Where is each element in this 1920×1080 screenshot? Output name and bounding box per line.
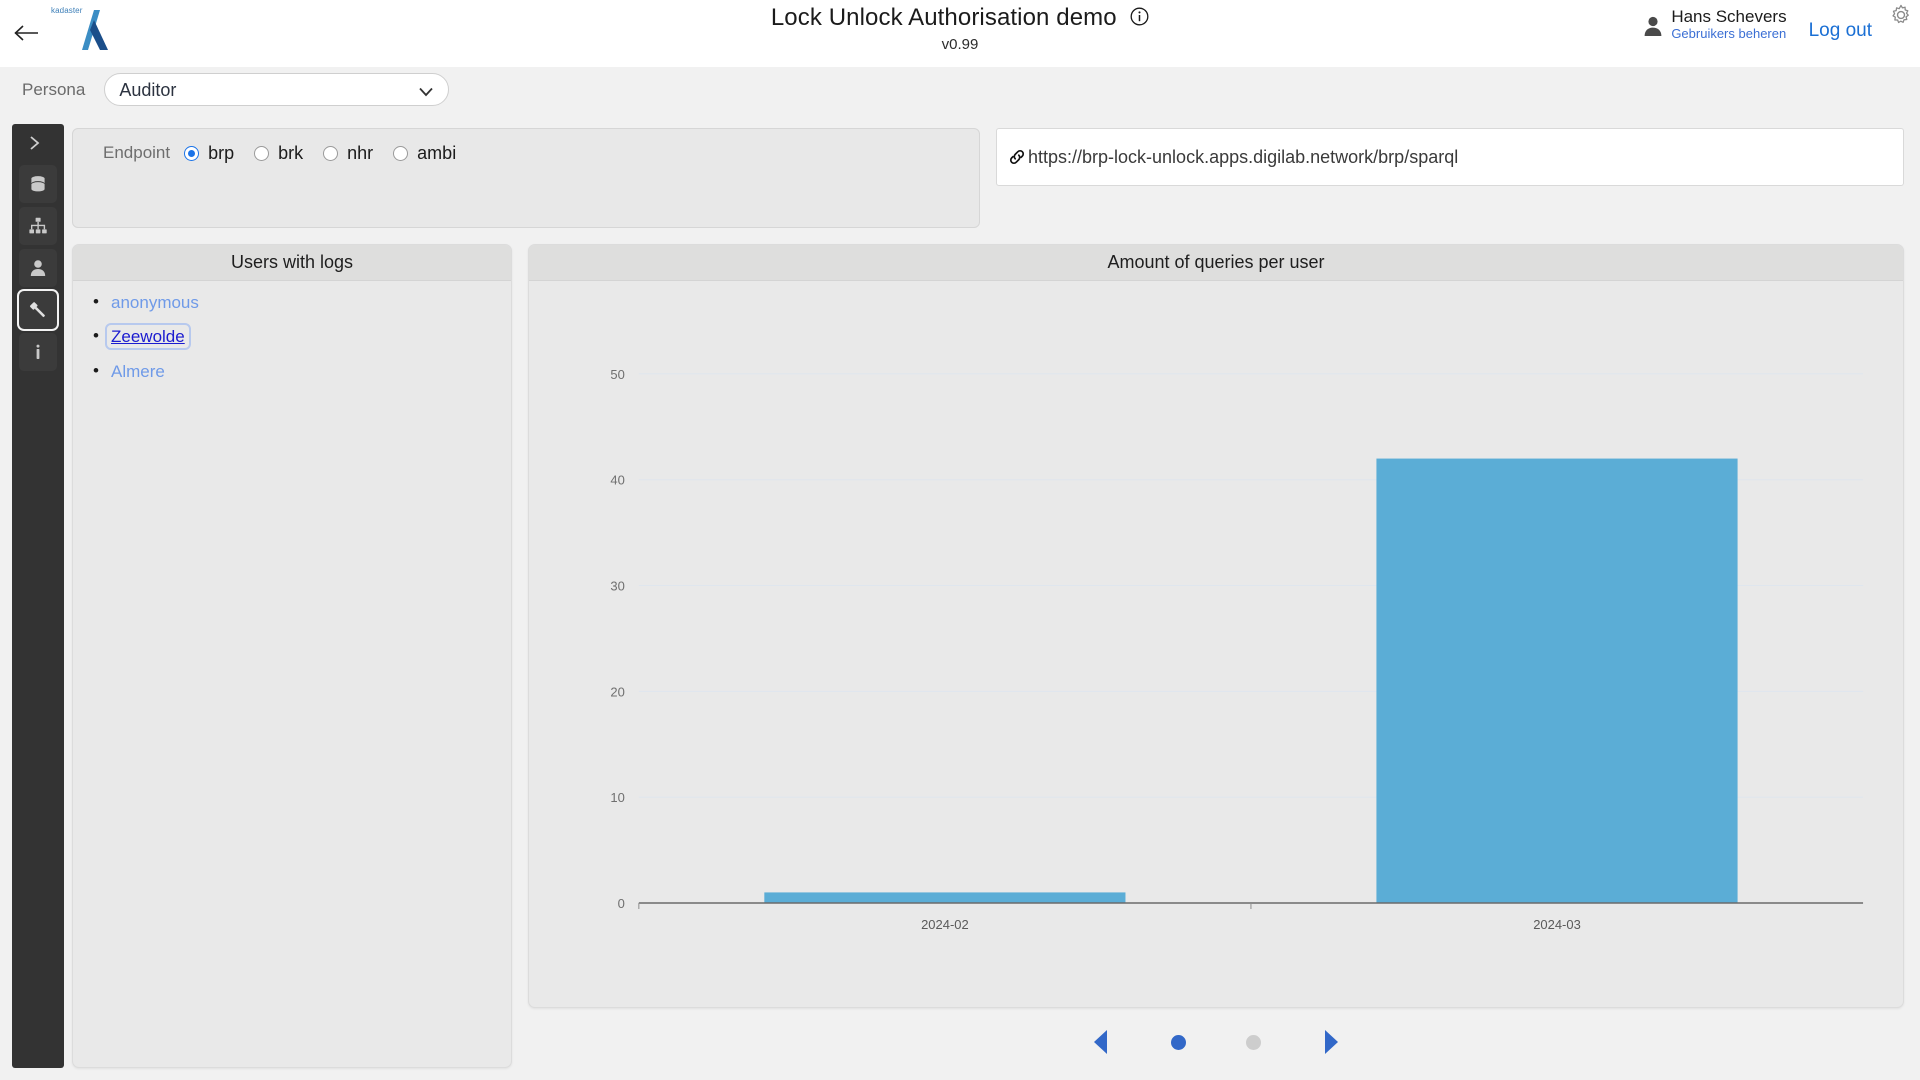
- endpoint-label: Endpoint: [103, 143, 171, 162]
- endpoint-url-bar[interactable]: https://brp-lock-unlock.apps.digilab.net…: [996, 128, 1904, 186]
- chevron-right-icon: [30, 136, 40, 150]
- radio-brk[interactable]: [254, 145, 270, 161]
- endpoint-radio-group: Endpoint brp brk nhr ambi: [73, 129, 979, 165]
- users-with-logs-panel: Users with logs anonymous Zeewolde Almer…: [72, 244, 512, 1068]
- y-tick-label: 30: [610, 579, 624, 594]
- persona-label: Persona: [22, 79, 86, 99]
- logo-text: kadaster: [51, 6, 83, 15]
- sidebar-item-user[interactable]: [19, 249, 57, 287]
- endpoint-option-brk[interactable]: brk: [254, 143, 303, 164]
- triangle-right-icon: [1325, 1030, 1338, 1054]
- top-bar: kadaster Lock Unlock Authorisation demo …: [0, 0, 1920, 67]
- sidebar-item-hierarchy[interactable]: [19, 207, 57, 245]
- back-button[interactable]: [10, 18, 44, 48]
- users-panel-title: Users with logs: [73, 245, 511, 281]
- settings-button[interactable]: [1890, 4, 1912, 26]
- info-circle-icon[interactable]: [1130, 7, 1149, 31]
- list-item: anonymous: [93, 292, 511, 313]
- gavel-icon: [29, 301, 45, 317]
- persona-select-wrap: Auditor: [85, 73, 450, 106]
- title-block: Lock Unlock Authorisation demo v0.99: [0, 4, 1920, 53]
- list-item: Zeewolde: [93, 323, 511, 351]
- user-texts: Hans Schevers Gebruikers beheren: [1671, 7, 1786, 41]
- sidebar-item-info[interactable]: [19, 333, 57, 371]
- chart-y-tick-labels: 0 10 20 30 40 50: [610, 367, 624, 911]
- manage-users-link[interactable]: Gebruikers beheren: [1671, 26, 1786, 42]
- persona-select[interactable]: Auditor: [104, 73, 450, 106]
- queries-chart-panel: Amount of queries per user 0 10 20 30 40 50 2…: [528, 244, 1904, 1008]
- endpoint-option-label: brk: [278, 142, 304, 163]
- radio-ambi[interactable]: [393, 145, 409, 161]
- page-title: Lock Unlock Authorisation demo: [770, 4, 1117, 31]
- kadaster-logo: kadaster: [48, 4, 138, 56]
- y-tick-label: 20: [610, 684, 624, 699]
- left-sidebar: [12, 124, 64, 1068]
- bar[interactable]: [764, 892, 1126, 903]
- endpoint-option-brp[interactable]: brp: [184, 143, 234, 164]
- y-tick-label: 10: [610, 790, 624, 805]
- pagination-prev-button[interactable]: [1091, 1029, 1111, 1055]
- bar[interactable]: [1376, 458, 1738, 903]
- chart-axis: [638, 902, 1864, 909]
- user-link-anonymous[interactable]: anonymous: [111, 293, 199, 312]
- pagination-dot-2[interactable]: [1246, 1034, 1261, 1050]
- x-tick-label: 2024-02: [921, 917, 969, 932]
- info-icon: [36, 344, 40, 359]
- endpoint-option-nhr[interactable]: nhr: [323, 143, 373, 164]
- chart-x-tick-labels: 2024-02 2024-03: [921, 917, 1581, 932]
- sitemap-icon: [29, 217, 47, 234]
- person-icon: [1642, 14, 1664, 38]
- endpoint-option-ambi[interactable]: ambi: [393, 143, 456, 164]
- radio-nhr[interactable]: [323, 145, 339, 161]
- persona-bar: Persona Auditor: [0, 67, 1920, 112]
- app-root: kadaster Lock Unlock Authorisation demo …: [0, 0, 1920, 1080]
- arrow-left-icon: [14, 25, 38, 41]
- y-tick-label: 50: [610, 367, 624, 382]
- chart-pagination: [528, 1020, 1904, 1064]
- pagination-next-button[interactable]: [1321, 1029, 1341, 1055]
- pagination-dot-1[interactable]: [1171, 1034, 1186, 1050]
- endpoint-panel: Endpoint brp brk nhr ambi: [72, 128, 980, 228]
- users-list: anonymous Zeewolde Almere: [73, 281, 511, 382]
- sidebar-item-authorisation[interactable]: [19, 291, 57, 329]
- database-icon: [31, 176, 45, 192]
- logout-button[interactable]: Log out: [1809, 20, 1872, 42]
- user-name: Hans Schevers: [1671, 7, 1787, 26]
- list-item: Almere: [93, 361, 511, 382]
- x-tick-label: 2024-03: [1533, 917, 1581, 932]
- y-tick-label: 0: [618, 896, 625, 911]
- app-version: v0.99: [941, 36, 979, 53]
- user-link-zeewolde[interactable]: Zeewolde: [105, 323, 191, 351]
- link-icon: [1007, 147, 1027, 167]
- sidebar-expand-button[interactable]: [20, 131, 50, 155]
- sidebar-item-database[interactable]: [19, 165, 57, 203]
- user-link-almere[interactable]: Almere: [111, 362, 165, 381]
- user-area: Hans Schevers Gebruikers beheren Log out: [1642, 7, 1872, 41]
- y-tick-label: 40: [610, 473, 624, 488]
- chart-bars[interactable]: [764, 458, 1738, 903]
- chart-panel-title: Amount of queries per user: [529, 245, 1903, 281]
- bar-chart[interactable]: 0 10 20 30 40 50 2024-02 2024-03: [529, 281, 1903, 1008]
- radio-brp[interactable]: [184, 145, 200, 161]
- endpoint-option-label: nhr: [347, 142, 374, 163]
- endpoint-option-label: brp: [208, 142, 235, 163]
- endpoint-option-label: ambi: [417, 142, 457, 163]
- chart-area: 0 10 20 30 40 50 2024-02 2024-03: [529, 281, 1903, 1008]
- person-icon: [30, 260, 46, 276]
- endpoint-url-text: https://brp-lock-unlock.apps.digilab.net…: [1028, 146, 1459, 167]
- triangle-left-icon: [1094, 1030, 1107, 1054]
